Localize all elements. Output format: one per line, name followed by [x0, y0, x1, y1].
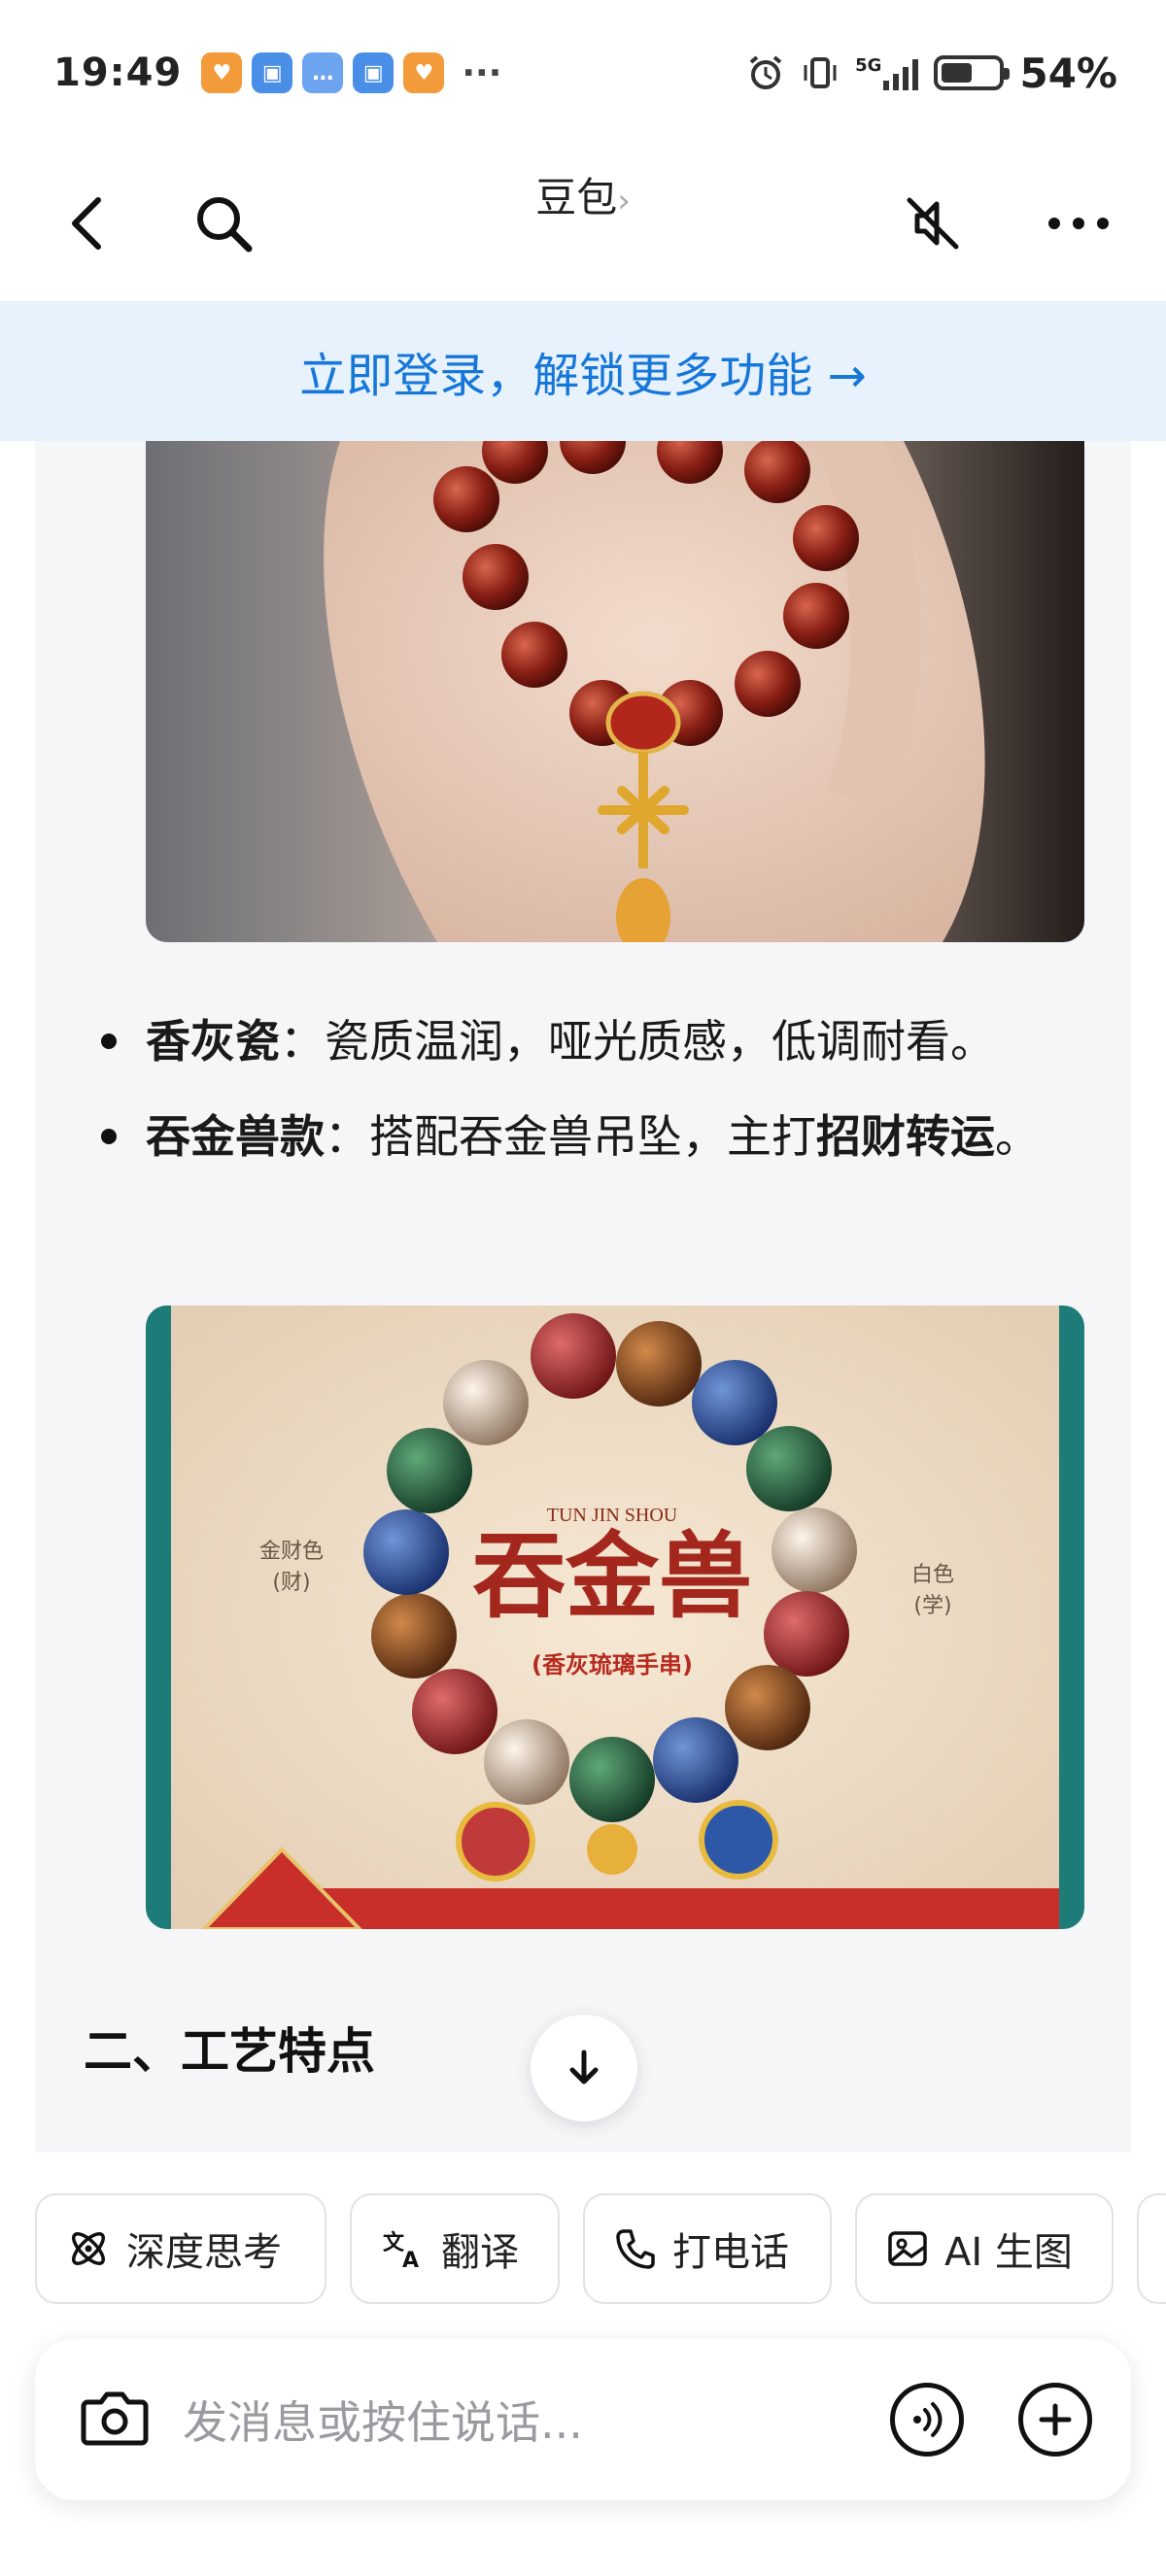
svg-text:白色: 白色: [911, 1563, 954, 1587]
mute-button[interactable]: [894, 185, 972, 262]
plus-icon: [1039, 2403, 1072, 2436]
top-nav-bar: 豆包›: [0, 146, 1166, 301]
camera-button[interactable]: [80, 2387, 150, 2453]
speaker-mute-icon: [907, 197, 959, 250]
ai-image-chip[interactable]: AI 生图: [855, 2193, 1114, 2304]
search-icon: [197, 197, 253, 253]
phone-icon: [616, 2229, 655, 2269]
back-button[interactable]: [49, 185, 126, 262]
bracelet-product-image[interactable]: TUN JIN SHOU 吞金兽 (香灰琉璃手串) 金财色 (财) 白色 (学): [146, 1305, 1084, 1929]
status-bar: 19:49 ♥ ▣ … ▣ ♥ ··· 5G 54%: [0, 0, 1166, 146]
alarm-icon: [749, 55, 782, 89]
atom-icon: [72, 2232, 105, 2265]
arrow-down-icon: [569, 2050, 599, 2085]
svg-text:(财): (财): [272, 1571, 310, 1595]
message-input-bar: 发消息或按住说话...: [35, 2339, 1131, 2500]
message-input[interactable]: 发消息或按住说话...: [183, 2388, 890, 2452]
camera-icon: [81, 2391, 149, 2446]
notification-app-icon: ▣: [353, 52, 394, 93]
login-banner[interactable]: 立即登录，解锁更多功能 →: [0, 301, 1166, 441]
image-icon: [888, 2231, 927, 2266]
svg-text:(香灰琉璃手串): (香灰琉璃手串): [532, 1651, 693, 1678]
notification-app-icon: ▣: [252, 52, 293, 93]
bracelet-photo-1[interactable]: [146, 441, 1084, 942]
svg-text:(学): (学): [913, 1594, 951, 1618]
section-heading: 二、工艺特点: [84, 2023, 375, 2080]
more-chip-partial[interactable]: [1137, 2193, 1166, 2304]
quick-action-chips: 深度思考 文A 翻译 打电话 AI 生图: [35, 2193, 1166, 2306]
more-horizontal-icon: [1048, 218, 1109, 229]
list-item: 吞金兽款：搭配吞金兽吊坠，主打招财转运。: [84, 1096, 1094, 1177]
svg-text:A: A: [402, 2249, 419, 2271]
svg-text:吞金兽: 吞金兽: [472, 1521, 752, 1631]
deep-thinking-chip[interactable]: 深度思考: [35, 2193, 326, 2304]
message-content: 香灰瓷：瓷质温润，哑光质感，低调耐看。 吞金兽款：搭配吞金兽吊坠，主打招财转运。: [35, 441, 1131, 2152]
phone-call-chip[interactable]: 打电话: [583, 2193, 832, 2304]
more-notifications-icon: ···: [462, 52, 502, 93]
voice-wave-icon: [913, 2402, 943, 2437]
more-options-button[interactable]: [1040, 185, 1117, 262]
chevron-right-icon: ›: [617, 182, 631, 220]
add-attachment-button[interactable]: [1018, 2383, 1092, 2457]
cellular-signal-icon: 5G: [855, 55, 919, 90]
notification-app-icon: ♥: [201, 52, 243, 93]
scroll-to-bottom-button[interactable]: [531, 2015, 637, 2121]
tunjinshou-bracelet-image: TUN JIN SHOU 吞金兽 (香灰琉璃手串) 金财色 (财) 白色 (学): [146, 1305, 1084, 1929]
clock: 19:49: [53, 51, 183, 95]
back-arrow-icon: [72, 197, 101, 250]
list-item: 香灰瓷：瓷质温润，哑光质感，低调耐看。: [84, 1000, 1094, 1082]
chat-notification-icon: …: [302, 52, 344, 93]
notification-app-icon: ♥: [403, 52, 445, 93]
battery-percent: 54%: [1019, 49, 1117, 97]
battery-icon: [934, 55, 1011, 90]
translate-icon: 文A: [383, 2230, 419, 2271]
feature-bullet-list: 香灰瓷：瓷质温润，哑光质感，低调耐看。 吞金兽款：搭配吞金兽吊坠，主打招财转运。: [84, 1000, 1094, 1177]
vibrate-icon: [804, 57, 837, 88]
bracelet-on-hand-image: [146, 441, 1084, 942]
search-button[interactable]: [185, 185, 262, 262]
translate-chip[interactable]: 文A 翻译: [350, 2193, 560, 2304]
voice-call-button[interactable]: [890, 2383, 964, 2457]
svg-text:金财色: 金财色: [259, 1540, 324, 1564]
